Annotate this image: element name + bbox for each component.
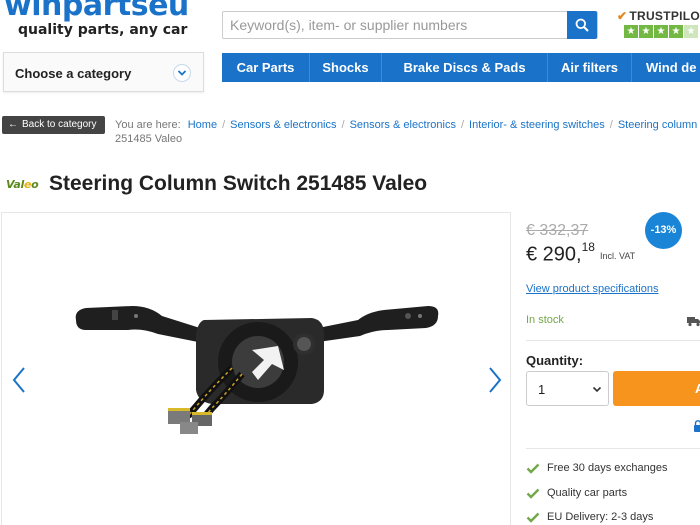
chevron-down-icon	[173, 64, 191, 82]
star-icon: ★	[654, 25, 668, 38]
trustpilot-stars: ★ ★ ★ ★ ★	[624, 25, 698, 38]
search-icon	[575, 18, 589, 32]
current-price: € 290,18	[526, 240, 595, 266]
usp-text: Free 30 days exchanges	[547, 462, 668, 474]
star-icon: ★	[639, 25, 653, 38]
nav-item-shocks[interactable]: Shocks	[310, 53, 382, 82]
usp-text: EU Delivery: 2-3 days	[547, 511, 654, 523]
breadcrumb-current: 251485 Valeo	[115, 133, 183, 145]
add-to-cart-button[interactable]: A	[613, 371, 700, 406]
product-image[interactable]	[72, 298, 442, 438]
price-cents: 18	[581, 240, 595, 254]
product-specifications-link[interactable]: View product specifications	[526, 283, 658, 295]
site-logo[interactable]: winpartseu quality parts, any car	[0, 0, 205, 42]
usp-item: Quality car parts	[526, 486, 700, 502]
main-nav: Car Parts Shocks Brake Discs & Pads Air …	[222, 53, 700, 82]
truck-icon	[687, 317, 700, 327]
vat-note: Incl. VAT	[600, 251, 636, 261]
arrow-left-icon: ←	[8, 119, 18, 130]
quantity-value: 1	[538, 382, 546, 397]
chevron-down-icon	[592, 386, 602, 393]
lock-icon	[694, 420, 700, 432]
check-icon	[526, 488, 540, 499]
star-icon: ★	[624, 25, 638, 38]
check-icon: ✔	[617, 9, 628, 23]
breadcrumb: You are here: Home / Sensors & electronics…	[115, 118, 700, 132]
nav-item-air-filters[interactable]: Air filters	[548, 53, 632, 82]
old-price: € 332,37	[526, 222, 589, 239]
star-icon: ★	[684, 25, 698, 38]
trustpilot-logo: ✔ TRUSTPILOT	[617, 9, 700, 23]
category-label: Choose a category	[15, 66, 132, 81]
page-title: Steering Column Switch 251485 Valeo	[49, 172, 428, 195]
chevron-right-icon[interactable]	[486, 365, 504, 395]
nav-item-car-parts[interactable]: Car Parts	[222, 53, 310, 82]
search-button[interactable]	[567, 11, 597, 39]
divider	[526, 448, 700, 449]
breadcrumb-link-sensors-sub[interactable]: Sensors & electronics	[350, 119, 456, 131]
usp-item: EU Delivery: 2-3 days	[526, 510, 700, 525]
breadcrumb-link-home[interactable]: Home	[188, 119, 217, 131]
brand-logo-valeo[interactable]: Valeo	[6, 178, 39, 191]
breadcrumb-link-switches[interactable]: Interior- & steering switches	[469, 119, 605, 131]
usp-item: Free 30 days exchanges	[526, 461, 700, 477]
breadcrumb-link-sensors[interactable]: Sensors & electronics	[230, 119, 336, 131]
check-icon	[526, 512, 540, 523]
logo-tagline: quality parts, any car	[18, 22, 188, 38]
breadcrumb-link-steering-column[interactable]: Steering column switch	[618, 119, 700, 131]
trustpilot-badge[interactable]: ✔ TRUSTPILOT ★ ★ ★ ★ ★	[617, 9, 700, 41]
logo-wordmark: winpartseu	[4, 0, 189, 23]
search-input[interactable]	[223, 12, 569, 38]
usp-text: Quality car parts	[547, 487, 628, 499]
stock-status: In stock	[526, 314, 564, 326]
discount-badge: -13%	[645, 212, 682, 249]
product-gallery	[1, 212, 511, 525]
divider	[526, 340, 700, 341]
chevron-left-icon[interactable]	[10, 365, 28, 395]
back-to-category-button[interactable]: ← Back to category	[2, 116, 105, 134]
quantity-label: Quantity:	[526, 353, 584, 368]
search-bar	[222, 11, 598, 39]
quantity-select[interactable]: 1	[526, 371, 609, 406]
nav-item-brake-discs[interactable]: Brake Discs & Pads	[382, 53, 548, 82]
category-select[interactable]: Choose a category	[3, 52, 204, 92]
breadcrumb-intro: You are here:	[115, 119, 181, 131]
check-icon	[526, 463, 540, 474]
nav-item-wind-deflectors[interactable]: Wind de	[632, 53, 700, 82]
star-icon: ★	[669, 25, 683, 38]
